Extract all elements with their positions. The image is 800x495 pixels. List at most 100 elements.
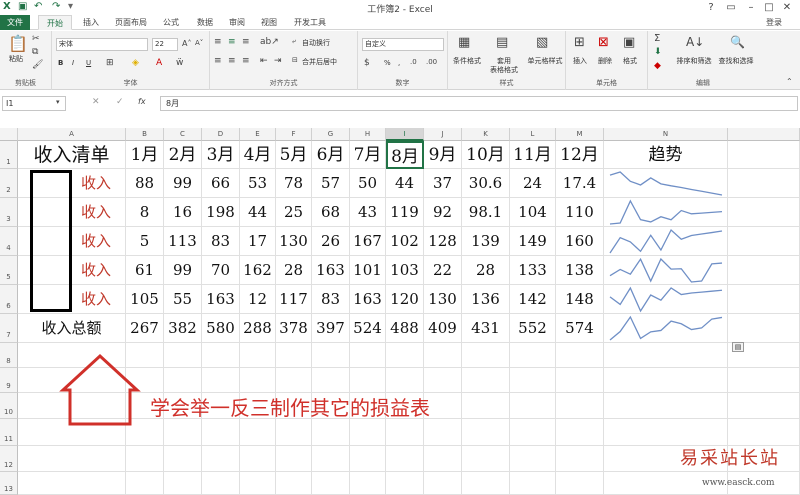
table-cell[interactable]: 130	[424, 285, 462, 314]
column-header[interactable]: A	[18, 128, 126, 141]
table-cell[interactable]: 17	[240, 227, 276, 256]
table-cell[interactable]	[510, 393, 556, 419]
table-cell[interactable]: 378	[276, 314, 312, 343]
sparkline-cell[interactable]	[604, 256, 728, 285]
table-cell[interactable]: 8	[126, 198, 164, 227]
table-cell[interactable]	[126, 419, 164, 446]
table-cell[interactable]: 12月	[556, 141, 604, 169]
table-cell[interactable]: 6月	[312, 141, 350, 169]
table-cell[interactable]	[462, 472, 510, 495]
table-cell[interactable]	[728, 285, 800, 314]
table-cell[interactable]: 25	[276, 198, 312, 227]
column-header[interactable]: C	[164, 128, 202, 141]
phonetic-icon[interactable]: ẅ	[176, 58, 183, 68]
sparkline-cell[interactable]	[604, 227, 728, 256]
table-cell[interactable]	[424, 472, 462, 495]
comma-button[interactable]: ,	[398, 59, 400, 68]
column-header[interactable]: N	[604, 128, 728, 141]
table-cell[interactable]	[312, 472, 350, 495]
insert-cells-icon[interactable]: ⊞	[574, 35, 585, 50]
table-cell[interactable]: 139	[462, 227, 510, 256]
table-cell[interactable]	[202, 368, 240, 393]
conditional-format-icon[interactable]: ▦	[458, 35, 470, 50]
table-cell[interactable]	[424, 446, 462, 472]
table-cell[interactable]: 128	[424, 227, 462, 256]
table-cell[interactable]	[240, 472, 276, 495]
table-cell[interactable]: 138	[556, 256, 604, 285]
table-cell[interactable]: 142	[510, 285, 556, 314]
column-header[interactable]	[728, 128, 800, 141]
table-cell[interactable]	[728, 256, 800, 285]
row-header[interactable]: 13	[0, 472, 18, 495]
table-cell[interactable]	[424, 368, 462, 393]
table-cell[interactable]	[240, 446, 276, 472]
insert-cells-button[interactable]: 插入	[568, 57, 592, 66]
table-cell[interactable]	[728, 419, 800, 446]
table-cell[interactable]: 133	[510, 256, 556, 285]
table-cell[interactable]: 524	[350, 314, 386, 343]
table-cell[interactable]: 92	[424, 198, 462, 227]
enter-icon[interactable]: ✓	[116, 97, 124, 107]
sparkline-cell[interactable]	[604, 198, 728, 227]
table-cell[interactable]	[728, 393, 800, 419]
underline-button[interactable]: U	[86, 59, 91, 68]
row-header[interactable]: 5	[0, 256, 18, 285]
table-cell[interactable]: 26	[312, 227, 350, 256]
table-cell[interactable]	[604, 343, 728, 368]
row-header[interactable]: 10	[0, 393, 18, 419]
table-cell[interactable]: 105	[126, 285, 164, 314]
table-cell[interactable]	[312, 419, 350, 446]
row-header[interactable]: 9	[0, 368, 18, 393]
table-cell[interactable]	[604, 419, 728, 446]
tab-home[interactable]: 开始	[38, 15, 72, 30]
table-cell[interactable]	[312, 343, 350, 368]
tab-file[interactable]: 文件	[0, 15, 30, 30]
table-cell[interactable]	[556, 393, 604, 419]
table-cell[interactable]: 28	[276, 256, 312, 285]
table-cell[interactable]	[312, 368, 350, 393]
table-cell[interactable]	[728, 169, 800, 198]
merge-icon[interactable]: ⊟	[292, 56, 298, 64]
tab-review[interactable]: 审阅	[222, 15, 252, 30]
row-header[interactable]: 2	[0, 169, 18, 198]
delete-cells-icon[interactable]: ⊠	[598, 35, 609, 50]
table-cell[interactable]: 83	[312, 285, 350, 314]
table-cell[interactable]: 43	[350, 198, 386, 227]
format-painter-icon[interactable]: 🖌	[32, 60, 43, 70]
table-cell[interactable]: 99	[164, 256, 202, 285]
table-cell[interactable]: 44	[386, 169, 424, 198]
table-cell[interactable]	[126, 472, 164, 495]
name-box-dropdown-icon[interactable]: ▾	[56, 98, 60, 106]
merge-center-button[interactable]: 合并后居中	[302, 58, 337, 67]
table-cell[interactable]	[728, 227, 800, 256]
table-cell[interactable]	[510, 419, 556, 446]
table-cell[interactable]	[202, 419, 240, 446]
table-cell[interactable]: 50	[350, 169, 386, 198]
row-header[interactable]: 4	[0, 227, 18, 256]
decrease-indent-icon[interactable]: ⇤	[260, 56, 268, 66]
table-cell[interactable]: 103	[386, 256, 424, 285]
find-select-button[interactable]: 查找和选择	[714, 57, 758, 66]
cell-styles-icon[interactable]: ▧	[536, 35, 548, 50]
table-cell[interactable]: 552	[510, 314, 556, 343]
table-cell[interactable]: 382	[164, 314, 202, 343]
table-cell[interactable]	[462, 419, 510, 446]
table-cell[interactable]	[164, 446, 202, 472]
table-cell[interactable]	[462, 368, 510, 393]
table-cell[interactable]	[240, 343, 276, 368]
find-select-icon[interactable]: 🔍	[730, 35, 745, 49]
sort-filter-icon[interactable]: A↓	[686, 35, 704, 49]
table-cell[interactable]	[18, 343, 126, 368]
table-cell[interactable]	[126, 368, 164, 393]
row-header[interactable]: 11	[0, 419, 18, 446]
table-cell[interactable]: 98.1	[462, 198, 510, 227]
number-format-select[interactable]: 自定义	[362, 38, 444, 51]
table-cell[interactable]: 10月	[462, 141, 510, 169]
font-size-select[interactable]: 22	[152, 38, 178, 51]
table-cell[interactable]: 117	[276, 285, 312, 314]
table-cell[interactable]: 409	[424, 314, 462, 343]
table-cell[interactable]: 580	[202, 314, 240, 343]
quick-analysis-icon[interactable]: ▤	[732, 342, 744, 352]
table-cell[interactable]	[350, 419, 386, 446]
table-cell[interactable]: 5月	[276, 141, 312, 169]
